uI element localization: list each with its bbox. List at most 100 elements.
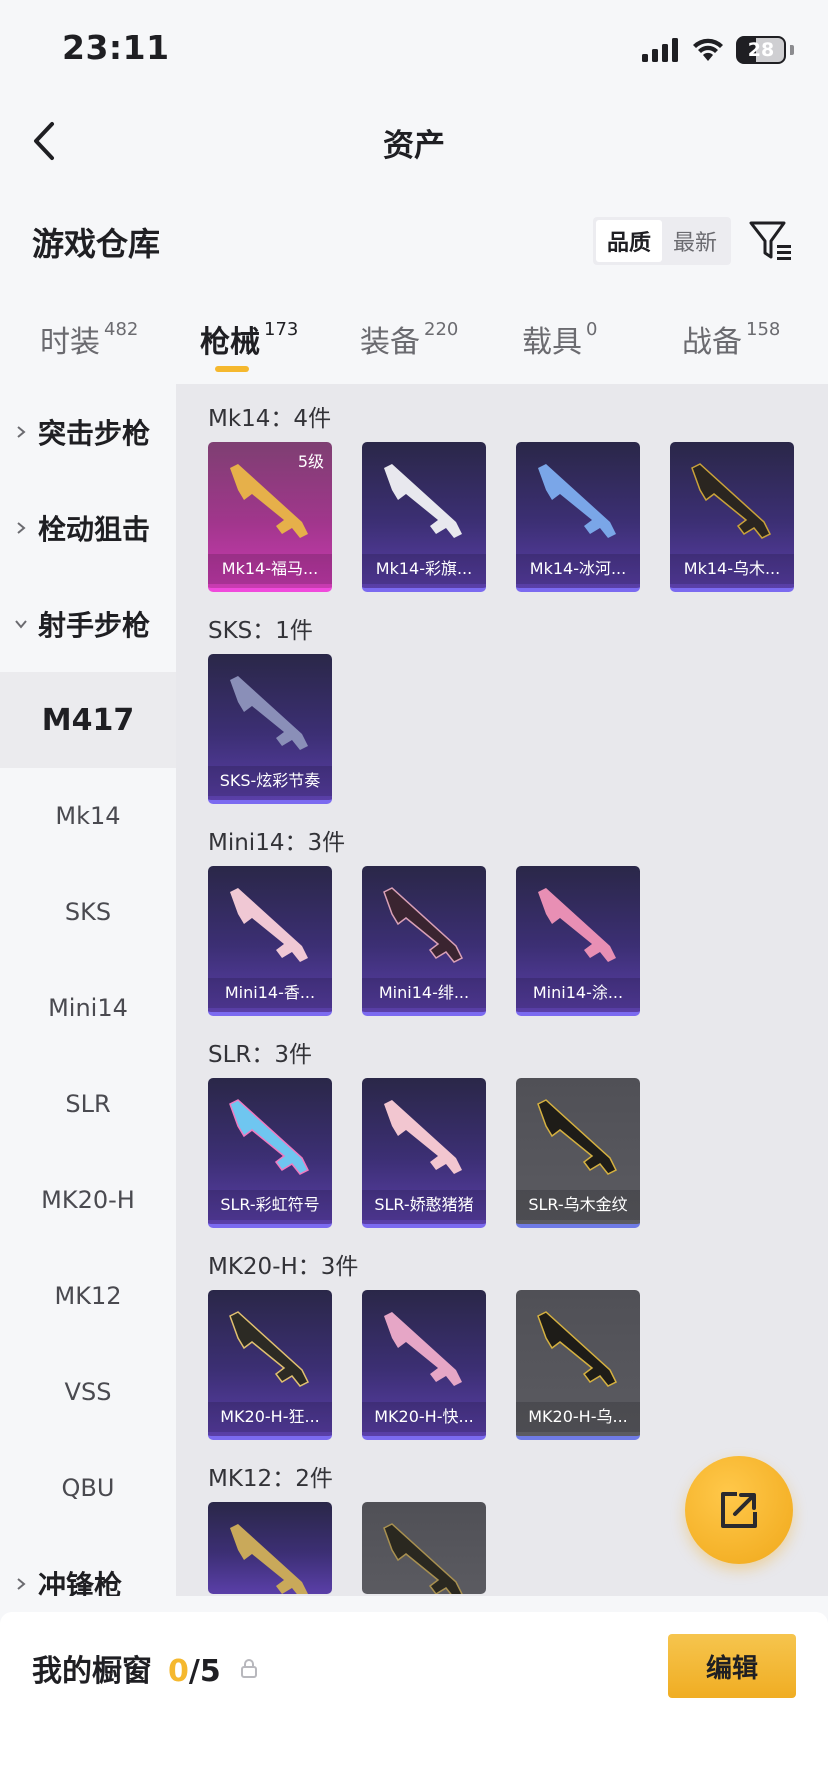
sort-quality-button[interactable]: 品质 <box>596 220 662 262</box>
weapon-card[interactable]: Mini14-香... <box>208 866 332 1016</box>
weapon-name: SLR-乌木金纹 <box>516 1190 640 1220</box>
sort-toggle: 品质 最新 <box>593 217 731 265</box>
weapon-grid: Mk14：4件 5级 Mk14-福马... Mk14-彩旗... Mk14-冰河… <box>176 384 828 1596</box>
weapon-name: Mk14-乌木... <box>670 554 794 584</box>
sidebar-group-bolt-snipers[interactable]: 栓动狙击 <box>0 480 176 576</box>
chevron-right-icon <box>17 1578 26 1590</box>
section-title-mk12: MK12：2件 <box>208 1466 333 1492</box>
chevron-right-icon <box>17 522 26 534</box>
sidebar-item-vss[interactable]: VSS <box>0 1344 176 1440</box>
weapon-card[interactable] <box>208 1502 332 1594</box>
battery-icon: 28 <box>736 36 786 64</box>
rifle-icon <box>537 1099 618 1175</box>
warehouse-title: 游戏仓库 <box>32 225 161 263</box>
status-icons: 28 <box>642 34 794 66</box>
sidebar: 突击步枪 栓动狙击 射手步枪 M417 Mk14 SKS Mini14 SLR … <box>0 384 176 1596</box>
weapon-card[interactable]: MK20-H-快... <box>362 1290 486 1440</box>
rifle-icon <box>383 1523 463 1594</box>
rifle-icon <box>383 887 464 963</box>
lock-icon <box>241 1659 257 1678</box>
weapon-card[interactable]: MK20-H-乌... <box>516 1290 640 1440</box>
battery-level: 28 <box>747 39 775 61</box>
section-title-slr: SLR：3件 <box>208 1042 313 1068</box>
active-tab-indicator <box>215 366 249 372</box>
weapon-name: Mini14-涂... <box>516 978 640 1008</box>
weapon-card[interactable] <box>362 1502 486 1594</box>
sidebar-item-mk14[interactable]: Mk14 <box>0 768 176 864</box>
weapon-name: MK20-H-狂... <box>208 1402 332 1432</box>
rifle-icon <box>538 464 616 538</box>
weapon-card[interactable]: SLR-彩虹符号 <box>208 1078 332 1228</box>
signal-icon <box>642 38 678 62</box>
weapon-card[interactable]: Mk14-彩旗... <box>362 442 486 592</box>
section-title-mk20h: MK20-H：3件 <box>208 1254 359 1280</box>
tab-costume[interactable]: 时装 482 <box>40 317 138 377</box>
weapon-name: Mini14-香... <box>208 978 332 1008</box>
sidebar-item-sks[interactable]: SKS <box>0 864 176 960</box>
weapon-card[interactable]: SKS-炫彩节奏 <box>208 654 332 804</box>
weapon-name: SLR-娇憨猪猪 <box>362 1190 486 1220</box>
weapon-card[interactable]: SLR-乌木金纹 <box>516 1078 640 1228</box>
warehouse-header: 游戏仓库 品质 最新 <box>0 205 828 277</box>
sidebar-item-m417[interactable]: M417 <box>0 672 176 768</box>
rifle-icon <box>229 1099 310 1175</box>
weapon-card[interactable]: Mk14-乌木... <box>670 442 794 592</box>
weapon-name: Mini14-绯... <box>362 978 486 1008</box>
rifle-icon <box>230 676 308 750</box>
weapon-name: SKS-炫彩节奏 <box>208 766 332 796</box>
weapon-name: MK20-H-快... <box>362 1402 486 1432</box>
rifle-icon <box>538 888 616 962</box>
tab-equipment[interactable]: 装备 220 <box>360 317 458 377</box>
sort-newest-button[interactable]: 最新 <box>662 220 728 262</box>
weapon-name: SLR-彩虹符号 <box>208 1190 332 1220</box>
showcase-bar: 我的橱窗 0 / 5 编辑 <box>0 1612 828 1792</box>
weapon-card[interactable]: SLR-娇憨猪猪 <box>362 1078 486 1228</box>
filter-icon[interactable] <box>748 215 794 265</box>
level-badge: 5级 <box>297 452 324 471</box>
weapon-card[interactable]: 5级 Mk14-福马... <box>208 442 332 592</box>
rifle-icon <box>230 1524 308 1594</box>
weapon-name: Mk14-冰河... <box>516 554 640 584</box>
rifle-icon <box>537 1311 618 1387</box>
chevron-right-icon <box>17 426 26 438</box>
section-title-mini14: Mini14：3件 <box>208 830 346 856</box>
chevron-down-icon <box>15 620 27 629</box>
section-title-mk14: Mk14：4件 <box>208 406 332 432</box>
showcase-count: 0 <box>168 1654 189 1689</box>
status-time: 23:11 <box>62 28 170 67</box>
wifi-icon <box>693 38 723 61</box>
section-title-sks: SKS：1件 <box>208 618 313 644</box>
weapon-card[interactable]: Mini14-涂... <box>516 866 640 1016</box>
weapon-name: MK20-H-乌... <box>516 1402 640 1432</box>
weapon-card[interactable]: MK20-H-狂... <box>208 1290 332 1440</box>
showcase-label-group: 我的橱窗 0 / 5 <box>32 1646 221 1690</box>
edit-button[interactable]: 编辑 <box>668 1634 796 1698</box>
rifle-icon <box>691 463 772 539</box>
rifle-icon <box>229 1311 310 1387</box>
sidebar-item-qbu[interactable]: QBU <box>0 1440 176 1536</box>
sidebar-group-dmr[interactable]: 射手步枪 <box>0 576 176 672</box>
sidebar-group-assault-rifles[interactable]: 突击步枪 <box>0 384 176 480</box>
sidebar-group-smg[interactable]: 冲锋枪 <box>0 1536 176 1596</box>
weapon-name: Mk14-福马... <box>208 554 332 584</box>
share-button[interactable] <box>685 1456 793 1564</box>
nav-bar: 资产 <box>0 96 828 186</box>
share-icon <box>721 1492 757 1528</box>
sidebar-item-mk12[interactable]: MK12 <box>0 1248 176 1344</box>
sidebar-item-slr[interactable]: SLR <box>0 1056 176 1152</box>
tab-vehicles[interactable]: 载具 0 <box>522 317 597 377</box>
page-title: 资产 <box>383 128 445 164</box>
weapon-card[interactable]: Mk14-冰河... <box>516 442 640 592</box>
category-tabs: 时装 482 枪械 173 装备 220 载具 0 战备 158 <box>0 305 828 385</box>
showcase-separator: / <box>188 1654 200 1689</box>
showcase-label: 我的橱窗 <box>32 1654 152 1689</box>
sidebar-item-mk20h[interactable]: MK20-H <box>0 1152 176 1248</box>
sidebar-item-mini14[interactable]: Mini14 <box>0 960 176 1056</box>
showcase-total: 5 <box>199 1654 221 1689</box>
weapon-name: Mk14-彩旗... <box>362 554 486 584</box>
tab-supplies[interactable]: 战备 158 <box>682 317 780 377</box>
rifle-icon <box>384 1100 462 1174</box>
weapon-card[interactable]: Mini14-绯... <box>362 866 486 1016</box>
rifle-icon <box>384 1312 462 1386</box>
rifle-icon <box>230 888 308 962</box>
